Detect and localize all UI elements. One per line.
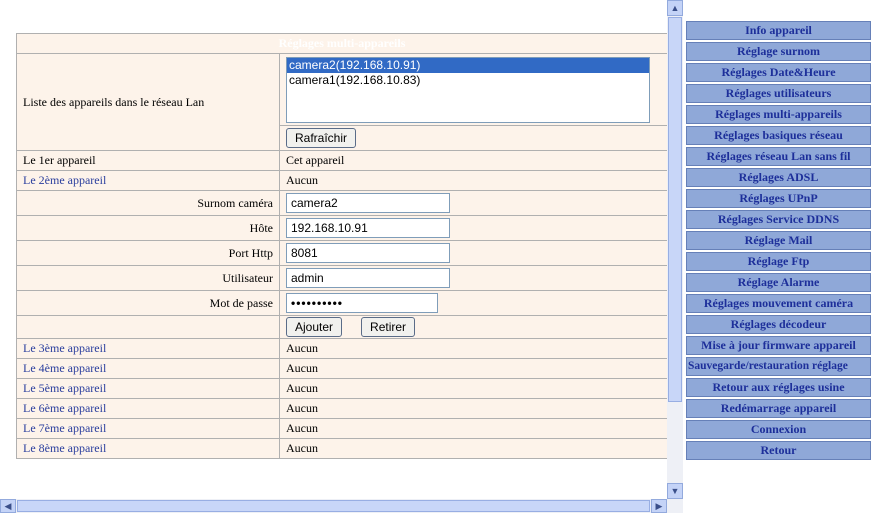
device-value: Aucun <box>279 338 668 359</box>
user-label: Utilisateur <box>16 265 280 291</box>
menu-item-datetime[interactable]: Réglages Date&Heure <box>686 63 871 82</box>
device-value: Aucun <box>279 358 668 379</box>
section-title: Réglages multi-appareils <box>16 33 668 54</box>
menu-item-firmware-upgrade[interactable]: Mise à jour firmware appareil <box>686 336 871 355</box>
device-value: Aucun <box>279 378 668 399</box>
add-button[interactable]: Ajouter <box>286 317 343 337</box>
horizontal-scrollbar[interactable]: ◀ ▶ <box>0 499 683 513</box>
settings-frame: Réglages multi-appareils Liste des appar… <box>0 0 683 513</box>
menu-item-reboot[interactable]: Redémarrage appareil <box>686 399 871 418</box>
device-link[interactable]: Le 3ème appareil <box>16 338 280 359</box>
arrow-left-icon[interactable]: ◀ <box>0 499 16 513</box>
device-option[interactable]: camera2(192.168.10.91) <box>287 58 649 73</box>
vertical-scroll-thumb[interactable] <box>668 17 682 402</box>
user-input[interactable] <box>286 268 450 288</box>
device-listbox[interactable]: camera2(192.168.10.91) camera1(192.168.1… <box>286 57 650 123</box>
menu-item-multi-device[interactable]: Réglages multi-appareils <box>686 105 871 124</box>
menu-item-wireless-lan[interactable]: Réglages réseau Lan sans fil <box>686 147 871 166</box>
menu-item-basic-network[interactable]: Réglages basiques réseau <box>686 126 871 145</box>
device-link[interactable]: Le 5ème appareil <box>16 378 280 399</box>
menu-item-adsl[interactable]: Réglages ADSL <box>686 168 871 187</box>
port-input[interactable] <box>286 243 450 263</box>
device-value: Aucun <box>279 418 668 439</box>
menu-item-camera-motion[interactable]: Réglages mouvement caméra <box>686 294 871 313</box>
menu-item-alias[interactable]: Réglage surnom <box>686 42 871 61</box>
menu-item-upnp[interactable]: Réglages UPnP <box>686 189 871 208</box>
horizontal-scroll-thumb[interactable] <box>17 500 650 512</box>
second-device-value: Aucun <box>279 170 668 191</box>
menu-item-back[interactable]: Retour <box>686 441 871 460</box>
menu-item-backup-restore[interactable]: Sauvegarde/restauration réglage <box>686 357 871 376</box>
settings-content: Réglages multi-appareils Liste des appar… <box>16 33 668 459</box>
multi-device-table: Réglages multi-appareils Liste des appar… <box>16 33 668 459</box>
port-label: Port Http <box>16 240 280 266</box>
device-option[interactable]: camera1(192.168.10.83) <box>287 73 649 88</box>
refresh-button[interactable]: Rafraîchir <box>286 128 357 148</box>
menu-item-decoder[interactable]: Réglages décodeur <box>686 315 871 334</box>
menu-item-device-info[interactable]: Info appareil <box>686 21 871 40</box>
remove-button[interactable]: Retirer <box>361 317 416 337</box>
menu-item-users[interactable]: Réglages utilisateurs <box>686 84 871 103</box>
first-device-value: Cet appareil <box>279 150 668 171</box>
device-link[interactable]: Le 7ème appareil <box>16 418 280 439</box>
menu-item-ftp[interactable]: Réglage Ftp <box>686 252 871 271</box>
arrow-down-icon[interactable]: ▼ <box>667 483 683 499</box>
alias-label: Surnom caméra <box>16 190 280 216</box>
device-value: Aucun <box>279 398 668 419</box>
device-value: Aucun <box>279 438 668 459</box>
first-device-label: Le 1er appareil <box>16 150 280 171</box>
device-link[interactable]: Le 4ème appareil <box>16 358 280 379</box>
device-link[interactable]: Le 8ème appareil <box>16 438 280 459</box>
device-link[interactable]: Le 6ème appareil <box>16 398 280 419</box>
device-list-label: Liste des appareils dans le réseau Lan <box>16 53 280 151</box>
arrow-right-icon[interactable]: ▶ <box>651 499 667 513</box>
menu-item-alarm[interactable]: Réglage Alarme <box>686 273 871 292</box>
menu-item-factory-reset[interactable]: Retour aux réglages usine <box>686 378 871 397</box>
vertical-scrollbar[interactable]: ▲ ▼ <box>667 0 683 499</box>
host-input[interactable] <box>286 218 450 238</box>
host-label: Hôte <box>16 215 280 241</box>
settings-menu: Info appareil Réglage surnom Réglages Da… <box>683 0 874 513</box>
second-device-link[interactable]: Le 2ème appareil <box>16 170 280 191</box>
alias-input[interactable] <box>286 193 450 213</box>
password-input[interactable] <box>286 293 438 313</box>
arrow-up-icon[interactable]: ▲ <box>667 0 683 16</box>
menu-item-ddns[interactable]: Réglages Service DDNS <box>686 210 871 229</box>
menu-item-login[interactable]: Connexion <box>686 420 871 439</box>
menu-item-mail[interactable]: Réglage Mail <box>686 231 871 250</box>
password-label: Mot de passe <box>16 290 280 316</box>
